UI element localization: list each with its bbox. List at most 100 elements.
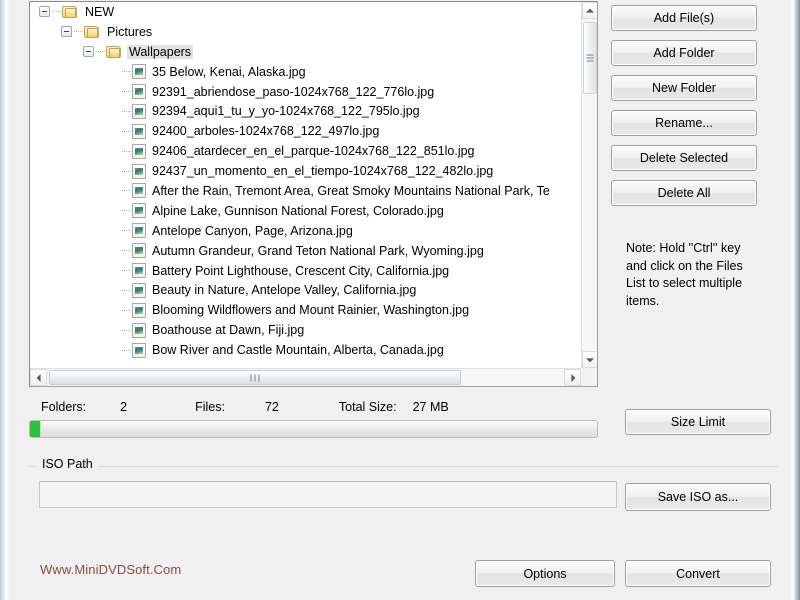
image-file-icon xyxy=(132,322,146,338)
tree-file-row[interactable]: 92391_abriendose_paso-1024x768_122_776lo… xyxy=(30,82,581,102)
tree-file-row[interactable]: 35 Below, Kenai, Alaska.jpg xyxy=(30,62,581,82)
tree-folder-label: NEW xyxy=(85,4,115,19)
image-file-icon xyxy=(132,64,146,80)
scrollbar-corner xyxy=(581,368,597,386)
add-files-button-label: Add File(s) xyxy=(653,11,715,25)
tree-file-row[interactable]: Blooming Wildflowers and Mount Rainier, … xyxy=(30,300,581,320)
image-file-icon xyxy=(132,203,146,219)
delete-all-button[interactable]: Delete All xyxy=(611,180,757,206)
horizontal-scrollbar-thumb[interactable] xyxy=(49,370,461,385)
tree-file-row[interactable]: Autumn Grandeur, Grand Teton National Pa… xyxy=(30,241,581,261)
scroll-left-button[interactable] xyxy=(30,369,47,386)
tree-file-row[interactable]: Antelope Canyon, Page, Arizona.jpg xyxy=(30,221,581,241)
collapse-minus-icon[interactable] xyxy=(83,46,94,58)
delete-all-button-label: Delete All xyxy=(657,186,711,200)
tree-folder-row[interactable]: Pictures xyxy=(30,22,581,42)
rename-button-label: Rename... xyxy=(655,116,713,130)
tree-file-label: Beauty in Nature, Antelope Valley, Calif… xyxy=(152,283,417,298)
tree-file-row[interactable]: 92400_arboles-1024x768_122_497lo.jpg xyxy=(30,121,581,141)
total-size-value: 27 MB xyxy=(412,400,449,414)
add-folder-button[interactable]: Add Folder xyxy=(611,40,757,66)
size-limit-button[interactable]: Size Limit xyxy=(625,409,771,435)
application-window: NEW Pictures Wallpapers 35 Below, Kenai, Al… xyxy=(0,0,800,600)
folder-icon xyxy=(62,5,78,19)
tree-file-row[interactable]: After the Rain, Tremont Area, Great Smok… xyxy=(30,181,581,201)
image-file-icon xyxy=(132,163,146,179)
files-list-viewport[interactable]: NEW Pictures Wallpapers 35 Below, Kenai, Al… xyxy=(30,2,581,368)
files-list-vertical-scrollbar[interactable] xyxy=(581,2,597,368)
tree-connector-line xyxy=(122,250,131,252)
tree-file-row[interactable]: 92394_aqui1_tu_y_yo-1024x768_122_795lo.j… xyxy=(30,101,581,121)
tree-file-row[interactable]: Battery Point Lighthouse, Crescent City,… xyxy=(30,261,581,281)
grip-icon xyxy=(586,54,594,62)
tree-connector-line xyxy=(52,11,61,13)
status-summary-row: Folders: 2 Files: 72 Total Size: 27 MB xyxy=(29,397,598,417)
rename-button[interactable]: Rename... xyxy=(611,110,757,136)
tree-file-row[interactable]: 92437_un_momento_en_el_tiempo-1024x768_1… xyxy=(30,161,581,181)
image-file-icon xyxy=(132,243,146,259)
tree-file-row[interactable]: Bow River and Castle Mountain, Alberta, … xyxy=(30,340,581,360)
tree-file-row[interactable]: Boathouse at Dawn, Fiji.jpg xyxy=(30,320,581,340)
add-files-button[interactable]: Add File(s) xyxy=(611,5,757,31)
tree-connector-line xyxy=(122,110,131,112)
tree-folder-row[interactable]: Wallpapers xyxy=(30,42,581,62)
tree-file-label: Bow River and Castle Mountain, Alberta, … xyxy=(152,343,444,358)
files-list-horizontal-scrollbar[interactable] xyxy=(30,368,581,386)
save-iso-as-button-label: Save ISO as... xyxy=(657,490,739,504)
image-file-icon xyxy=(132,263,146,279)
tree-file-label: 92406_atardecer_en_el_parque-1024x768_12… xyxy=(152,144,475,159)
delete-selected-button[interactable]: Delete Selected xyxy=(611,145,757,171)
iso-path-input[interactable] xyxy=(39,481,617,508)
ctrl-multiselect-note: Note: Hold ''Ctrl'' key and click on the… xyxy=(626,241,743,308)
triangle-left-icon xyxy=(36,373,41,382)
tree-file-row[interactable]: Alpine Lake, Gunnison National Forest, C… xyxy=(30,201,581,221)
image-file-icon xyxy=(132,123,146,139)
total-size-label: Total Size: xyxy=(338,400,397,414)
progress-bar-fill xyxy=(30,421,42,437)
files-list-panel[interactable]: NEW Pictures Wallpapers 35 Below, Kenai, Al… xyxy=(29,1,598,387)
tree-connector-line xyxy=(122,190,131,192)
collapse-minus-icon[interactable] xyxy=(61,26,72,38)
scroll-down-button[interactable] xyxy=(582,351,597,368)
vertical-scrollbar-thumb[interactable] xyxy=(583,22,597,94)
grip-icon xyxy=(250,374,260,381)
convert-button[interactable]: Convert xyxy=(625,560,771,587)
tree-file-label: Boathouse at Dawn, Fiji.jpg xyxy=(152,323,305,338)
tree-file-row[interactable]: 92406_atardecer_en_el_parque-1024x768_12… xyxy=(30,141,581,161)
tree-connector-line xyxy=(122,309,131,311)
tree-connector-line xyxy=(122,130,131,132)
tree-connector-line xyxy=(122,270,131,272)
tree-connector-line xyxy=(122,329,131,331)
options-button[interactable]: Options xyxy=(475,560,615,587)
collapse-minus-icon[interactable] xyxy=(39,6,50,18)
new-folder-button[interactable]: New Folder xyxy=(611,75,757,101)
tree-connector-line xyxy=(122,71,131,73)
scroll-right-button[interactable] xyxy=(564,369,581,386)
files-count-value: 72 xyxy=(264,400,279,414)
image-file-icon xyxy=(132,84,146,99)
image-file-icon xyxy=(132,103,146,119)
files-count-label: Files: xyxy=(195,400,225,414)
image-file-icon xyxy=(132,183,146,199)
delete-selected-button-label: Delete Selected xyxy=(639,151,729,165)
tree-file-label: Blooming Wildflowers and Mount Rainier, … xyxy=(152,303,470,318)
tree-file-label: 35 Below, Kenai, Alaska.jpg xyxy=(152,64,306,79)
file-actions-button-group: Add File(s) Add Folder New Folder Rename...… xyxy=(611,5,757,215)
tree-connector-line xyxy=(122,230,131,232)
tree-connector-line xyxy=(122,170,131,172)
tree-folder-label: Wallpapers xyxy=(127,44,194,59)
scroll-up-button[interactable] xyxy=(582,2,597,19)
folders-count-label: Folders: xyxy=(41,400,87,414)
tree-file-label: 92391_abriendose_paso-1024x768_122_776lo… xyxy=(152,84,435,99)
tree-connector-line xyxy=(122,150,131,152)
tree-connector-line xyxy=(96,51,105,53)
tree-connector-line xyxy=(74,31,83,33)
save-iso-as-button[interactable]: Save ISO as... xyxy=(625,483,771,511)
client-area: NEW Pictures Wallpapers 35 Below, Kenai, Al… xyxy=(13,0,786,600)
tree-file-label: After the Rain, Tremont Area, Great Smok… xyxy=(152,183,550,198)
folders-count-value: 2 xyxy=(120,400,128,414)
disc-usage-progress-bar xyxy=(29,420,598,438)
convert-button-label: Convert xyxy=(676,566,720,581)
tree-file-row[interactable]: Beauty in Nature, Antelope Valley, Calif… xyxy=(30,280,581,300)
tree-folder-row[interactable]: NEW xyxy=(30,2,581,22)
